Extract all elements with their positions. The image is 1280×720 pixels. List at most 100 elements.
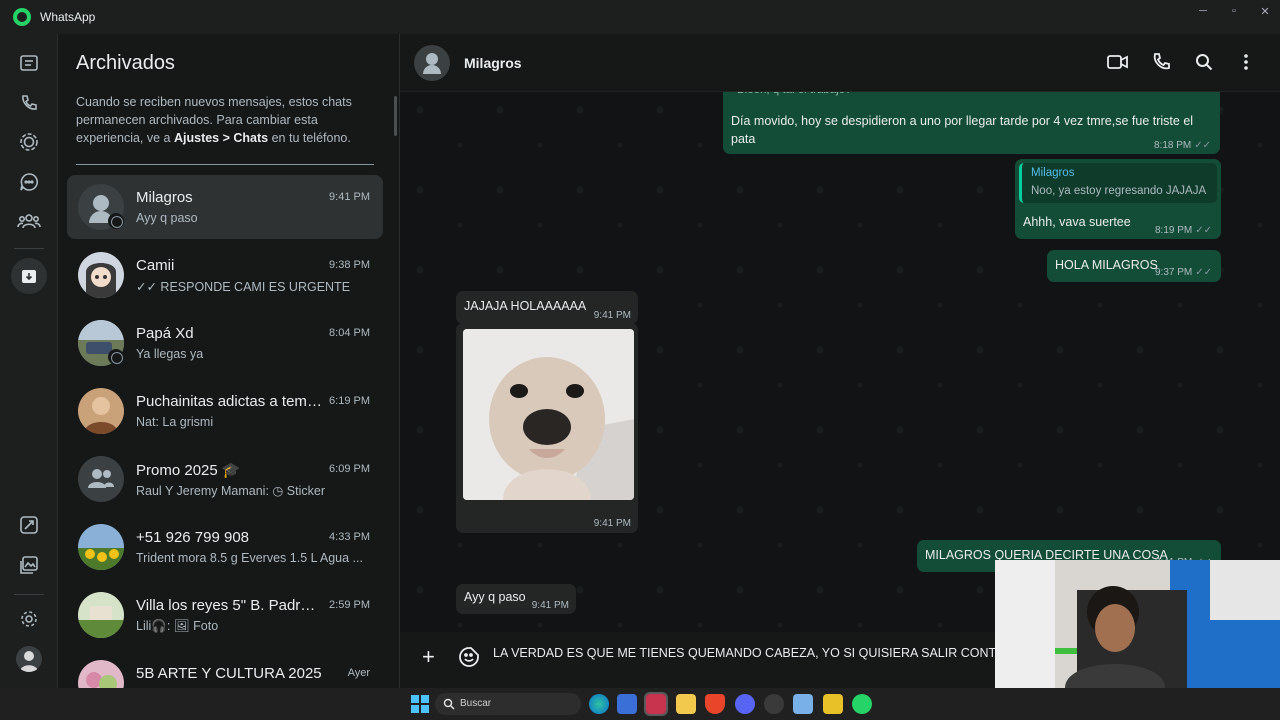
message-time: 8:19 PM ✓✓ xyxy=(1155,225,1212,236)
chat-name: Papá Xd xyxy=(136,325,194,342)
message-outgoing[interactable]: HOLA MILAGROS 9:37 PM ✓✓ xyxy=(1047,250,1221,282)
message-text: HOLA MILAGROS xyxy=(1055,258,1158,272)
chat-time: 4:33 PM xyxy=(329,531,370,543)
contact-name[interactable]: Milagros xyxy=(464,55,522,71)
message-time: 9:41 PM xyxy=(593,518,631,529)
chat-name: Promo 2025 🎓 xyxy=(136,462,241,479)
emoji-sticker-icon[interactable] xyxy=(458,646,480,668)
profile-avatar[interactable] xyxy=(16,646,42,672)
file-explorer-icon[interactable] xyxy=(676,694,696,714)
video-call-icon[interactable] xyxy=(1107,51,1129,73)
discord-icon[interactable] xyxy=(735,694,755,714)
message-outgoing-reply[interactable]: Milagros Noo, ya estoy regresando JAJAJA… xyxy=(1015,159,1221,239)
title-bar: WhatsApp ─ ▫ ✕ xyxy=(0,0,1280,34)
media-icon[interactable] xyxy=(16,552,42,578)
dog-photo-image[interactable] xyxy=(463,329,634,500)
archived-info-text: Cuando se reciben nuevos mensajes, estos… xyxy=(76,93,376,147)
chat-name: +51 926 799 908 xyxy=(136,529,250,546)
message-text: JAJAJA HOLAAAAAA xyxy=(464,299,587,313)
panel-scrollbar[interactable] xyxy=(394,96,397,136)
time-value: 8:19 PM xyxy=(1154,225,1193,236)
message-text: Ahhh, vava suertee xyxy=(1023,215,1131,229)
chat-name: Puchainitas adictas a temu ... xyxy=(136,393,322,410)
chat-item-5b-arte[interactable]: 5B ARTE Y CULTURA 2025 Ayer xyxy=(67,651,383,688)
chat-time: 8:04 PM xyxy=(329,327,370,339)
chat-time: 2:59 PM xyxy=(329,599,370,611)
attach-plus-icon[interactable]: + xyxy=(422,644,435,670)
chat-item-camii[interactable]: Camii 9:38 PM ✓✓ RESPONDE CAMI ES URGENT… xyxy=(67,243,383,307)
chat-name: Villa los reyes 5" B. Padres ... xyxy=(136,597,322,614)
chat-time: Ayer xyxy=(347,667,370,679)
message-incoming-image[interactable]: 9:41 PM xyxy=(456,323,638,533)
communities-icon[interactable] xyxy=(16,208,42,234)
message-time: 9:41 PM xyxy=(531,600,569,611)
quoted-author: Milagros xyxy=(1031,167,1075,179)
avatar xyxy=(78,524,124,570)
search-icon[interactable] xyxy=(1193,51,1215,73)
chat-time: 6:09 PM xyxy=(329,463,370,475)
chat-preview: Raul Y Jeremy Mamani: ◷ Sticker xyxy=(136,484,325,498)
webcam-overlay-image xyxy=(995,560,1280,688)
chat-name: Camii xyxy=(136,257,175,274)
avatar xyxy=(78,660,124,688)
panel-title: Archivados xyxy=(76,52,175,74)
active-app-icon[interactable] xyxy=(644,692,668,716)
maximize-button[interactable]: ▫ xyxy=(1217,0,1251,22)
avatar xyxy=(78,388,124,434)
chat-item-phone-number[interactable]: +51 926 799 908 4:33 PM Trident mora 8.5… xyxy=(67,515,383,579)
quoted-text: Noo, ya estoy regresando JAJAJA xyxy=(1031,185,1207,197)
search-placeholder: Buscar xyxy=(460,698,492,709)
conversation-header-top[interactable]: Milagros xyxy=(400,34,1280,92)
search-icon xyxy=(443,697,455,710)
avatar xyxy=(78,456,124,502)
settings-icon[interactable] xyxy=(16,606,42,632)
status-ring-icon xyxy=(108,349,124,365)
chat-item-villa-los-reyes[interactable]: Villa los reyes 5" B. Padres ... 2:59 PM… xyxy=(67,583,383,647)
info-suffix: en tu teléfono. xyxy=(268,131,351,145)
minimize-button[interactable]: ─ xyxy=(1186,0,1220,22)
chat-item-papa-xd[interactable]: Papá Xd 8:04 PM Ya llegas ya xyxy=(67,311,383,375)
read-ticks-icon: ✓✓ xyxy=(1194,140,1211,151)
windows-taskbar: Buscar xyxy=(0,688,1280,720)
avatar xyxy=(78,252,124,298)
calls-icon[interactable] xyxy=(16,90,42,116)
archived-panel: Archivados Cuando se reciben nuevos mens… xyxy=(58,34,400,688)
channels-icon[interactable] xyxy=(16,169,42,195)
app-icon[interactable] xyxy=(823,694,843,714)
windows-start-icon[interactable] xyxy=(410,694,430,714)
notepad-icon[interactable] xyxy=(793,694,813,714)
starred-icon[interactable] xyxy=(16,512,42,538)
message-time: 9:37 PM ✓✓ xyxy=(1155,267,1212,278)
store-icon[interactable] xyxy=(617,694,637,714)
info-settings-path: Ajustes > Chats xyxy=(173,131,269,145)
github-desktop-icon[interactable] xyxy=(764,694,784,714)
chat-item-milagros[interactable]: Milagros 9:41 PM Ayy q paso xyxy=(67,175,383,239)
message-incoming[interactable]: Ayy q paso 9:41 PM xyxy=(456,584,576,614)
status-ring-icon xyxy=(108,213,124,229)
archived-icon[interactable] xyxy=(11,258,47,294)
voice-call-icon[interactable] xyxy=(1150,51,1172,73)
chat-preview: Ya llegas ya xyxy=(136,347,204,361)
chat-preview: ✓✓ RESPONDE CAMI ES URGENTE xyxy=(136,280,351,294)
whatsapp-taskbar-icon[interactable] xyxy=(852,694,872,714)
status-icon[interactable] xyxy=(16,129,42,155)
read-ticks-icon: ✓✓ xyxy=(1195,225,1212,236)
chat-time: 6:19 PM xyxy=(329,395,370,407)
message-text: Día movido, hoy se despidieron a uno por… xyxy=(731,114,1194,146)
time-value: 9:37 PM xyxy=(1154,267,1193,278)
message-input[interactable]: LA VERDAD ES QUE ME TIENES QUEMANDO CABE… xyxy=(493,646,998,660)
quoted-message[interactable]: Milagros Noo, ya estoy regresando JAJAJA xyxy=(1019,163,1217,203)
chat-preview: Lili🎧: 🖼 Foto xyxy=(136,619,219,633)
menu-icon[interactable] xyxy=(1235,51,1257,73)
read-ticks-icon: ✓✓ xyxy=(1195,267,1212,278)
message-incoming[interactable]: JAJAJA HOLAAAAAA 9:41 PM xyxy=(456,291,638,324)
taskbar-search[interactable]: Buscar xyxy=(435,693,581,715)
chats-icon[interactable] xyxy=(16,50,42,76)
contact-avatar[interactable] xyxy=(414,45,450,81)
close-button[interactable]: ✕ xyxy=(1248,0,1280,22)
edge-browser-icon[interactable] xyxy=(589,694,609,714)
whatsapp-logo-icon xyxy=(13,8,31,26)
chat-item-promo-2025[interactable]: Promo 2025 🎓 6:09 PM Raul Y Jeremy Maman… xyxy=(67,447,383,511)
brave-browser-icon[interactable] xyxy=(705,694,725,714)
chat-item-puchainitas[interactable]: Puchainitas adictas a temu ... 6:19 PM N… xyxy=(67,379,383,443)
